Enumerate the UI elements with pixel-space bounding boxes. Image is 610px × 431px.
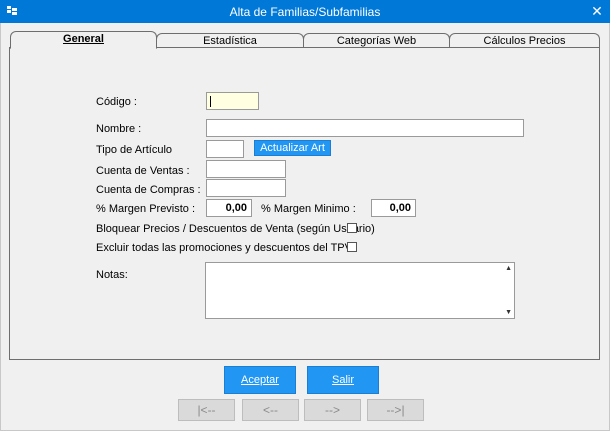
tab-label: Estadística	[203, 35, 257, 47]
notas-scrollbar[interactable]: ▲ ▼	[502, 263, 514, 318]
title-bar: Alta de Familias/Subfamilias ✕	[0, 0, 610, 23]
tipo-articulo-label: Tipo de Artículo	[96, 144, 173, 156]
codigo-input[interactable]	[206, 92, 259, 110]
margen-previsto-input[interactable]: 0,00	[206, 199, 252, 217]
scroll-down-icon[interactable]: ▼	[505, 309, 512, 316]
tab-categorias-web[interactable]: Categorías Web	[303, 33, 450, 48]
excluir-promociones-checkbox[interactable]	[347, 242, 357, 252]
tab-label: Categorías Web	[336, 35, 417, 47]
codigo-label: Código :	[96, 96, 137, 108]
next-record-button[interactable]: -->	[304, 399, 361, 421]
aceptar-button[interactable]: Aceptar	[224, 366, 296, 394]
nombre-input[interactable]	[206, 119, 524, 137]
cuenta-ventas-label: Cuenta de Ventas :	[96, 165, 190, 177]
notas-label: Notas:	[96, 269, 128, 281]
previous-record-button[interactable]: <--	[242, 399, 299, 421]
last-record-button[interactable]: -->|	[367, 399, 424, 421]
nombre-label: Nombre :	[96, 123, 142, 135]
salir-button[interactable]: Salir	[307, 366, 379, 394]
aceptar-label: Aceptar	[241, 374, 279, 386]
text-caret	[210, 96, 211, 107]
cuenta-ventas-input[interactable]	[206, 160, 286, 178]
actualizar-art-button[interactable]: Actualizar Art	[254, 140, 331, 156]
cuenta-compras-label: Cuenta de Compras :	[96, 184, 201, 196]
excluir-promociones-label: Excluir todas las promociones y descuent…	[96, 242, 352, 254]
margen-minimo-label: % Margen Minimo :	[261, 203, 356, 215]
bloquear-precios-label: Bloquear Precios / Descuentos de Venta (…	[96, 223, 375, 235]
tab-label: Cálculos Precios	[483, 35, 566, 47]
notas-textarea[interactable]: ▲ ▼	[205, 262, 515, 319]
tipo-articulo-input[interactable]	[206, 140, 244, 158]
window-title: Alta de Familias/Subfamilias	[229, 5, 381, 19]
cuenta-compras-input[interactable]	[206, 179, 286, 197]
tab-calculos-precios[interactable]: Cálculos Precios	[449, 33, 600, 48]
bloquear-precios-checkbox[interactable]	[347, 223, 357, 233]
scroll-up-icon[interactable]: ▲	[505, 265, 512, 272]
close-icon[interactable]: ✕	[588, 2, 606, 20]
salir-label: Salir	[331, 374, 354, 386]
margen-previsto-label: % Margen Previsto :	[96, 203, 196, 215]
tab-estadistica[interactable]: Estadística	[156, 33, 304, 48]
tab-general[interactable]: General	[10, 31, 157, 49]
tab-label: General	[63, 33, 104, 45]
first-record-button[interactable]: |<--	[178, 399, 235, 421]
margen-minimo-input[interactable]: 0,00	[371, 199, 416, 217]
